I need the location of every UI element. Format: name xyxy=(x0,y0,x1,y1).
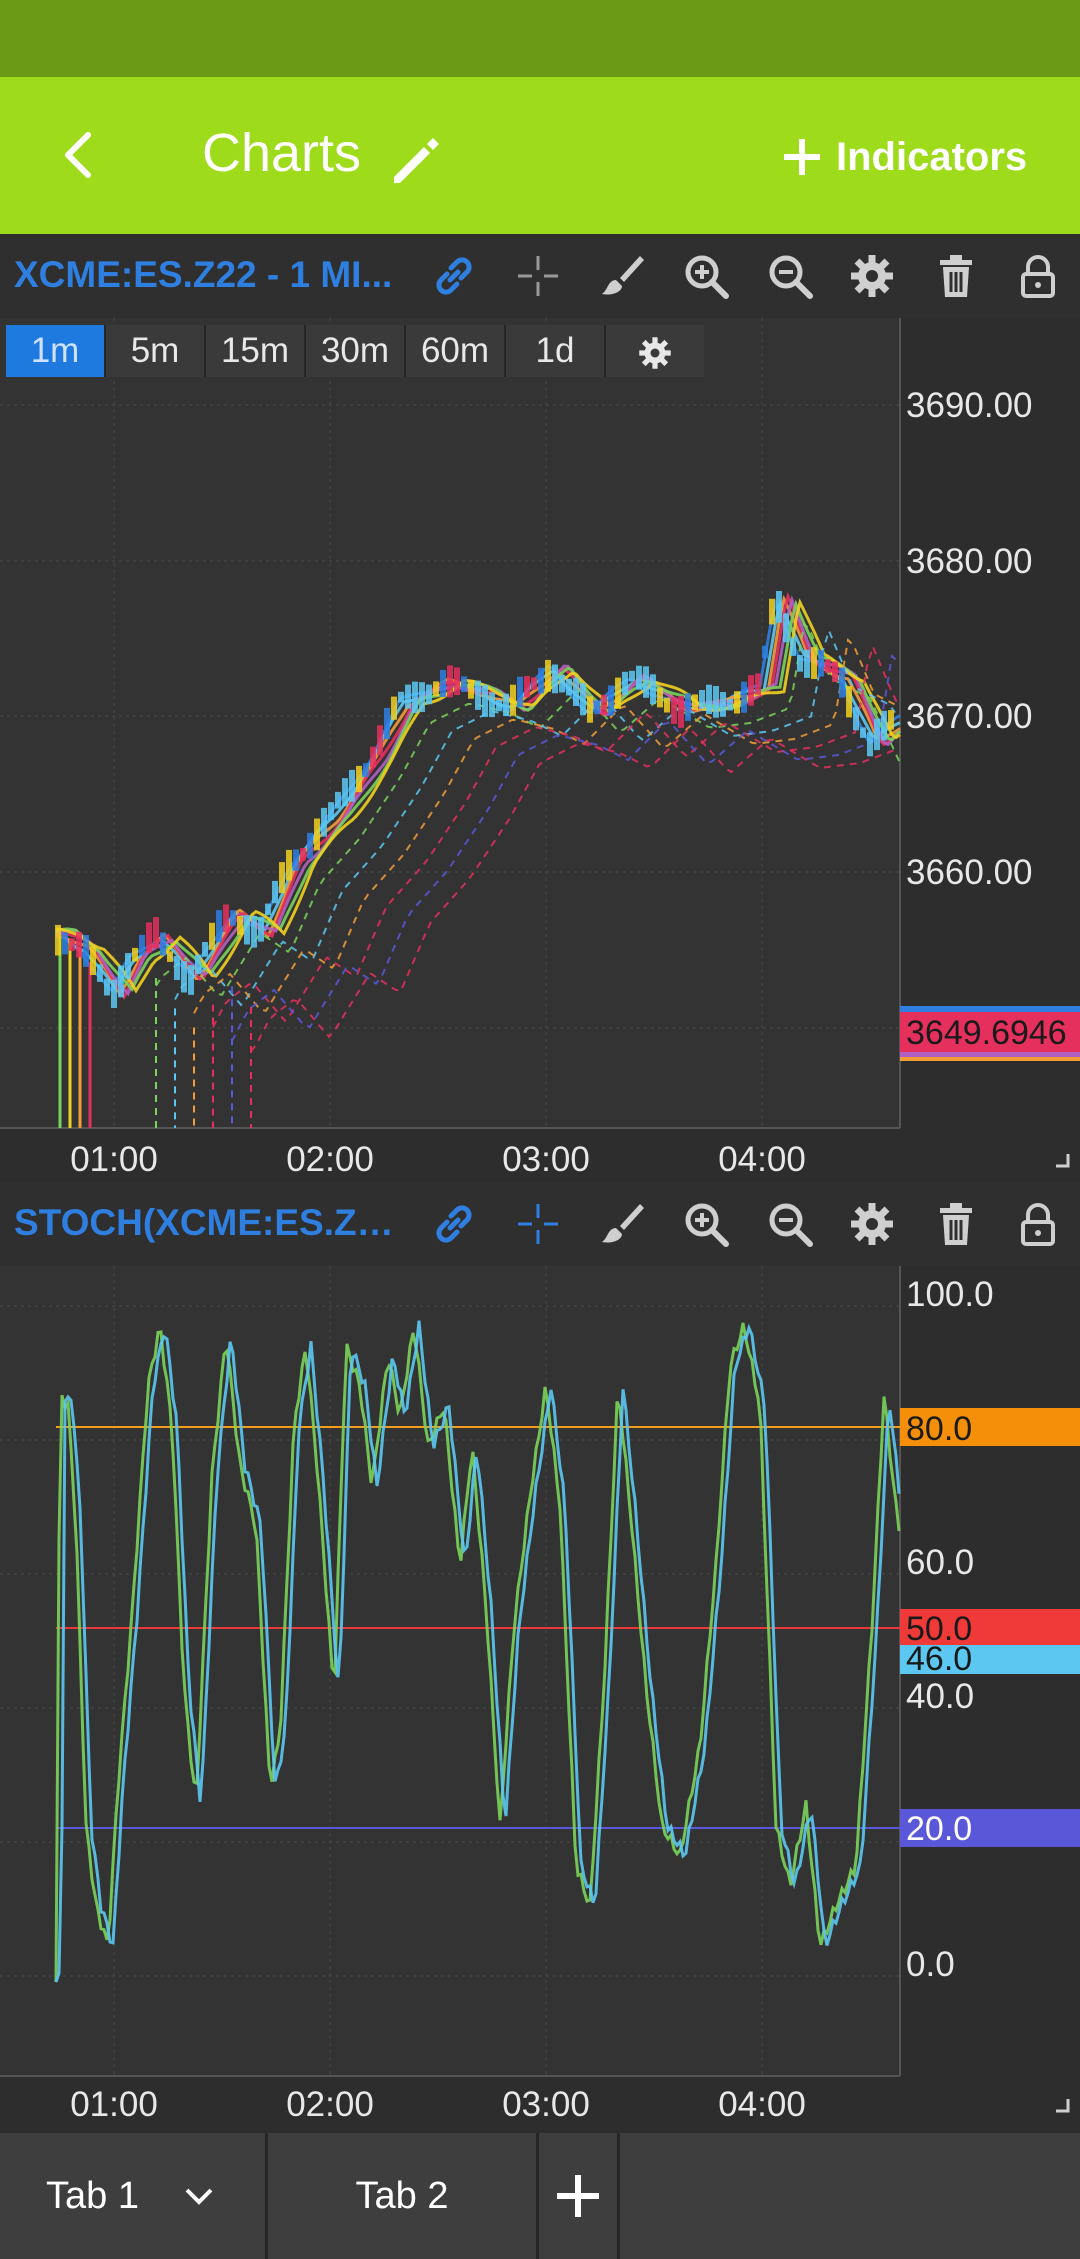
brush-icon[interactable] xyxy=(598,1200,646,1248)
pencil-icon[interactable] xyxy=(386,133,442,189)
lock-icon[interactable] xyxy=(1014,252,1062,300)
timeframe-selector: 1m 5m 15m 30m 60m 1d xyxy=(6,325,704,377)
price-label: 3670.00 xyxy=(906,697,1033,736)
tab-label: Tab 2 xyxy=(355,2174,449,2217)
value-label: 0.0 xyxy=(906,1945,955,1984)
last-price-label: 3649.6946 xyxy=(906,1014,1067,1052)
trash-icon[interactable] xyxy=(932,1200,980,1248)
crosshair-icon[interactable] xyxy=(514,252,562,300)
price-label: 3690.00 xyxy=(906,386,1033,425)
timeframe-1d[interactable]: 1d xyxy=(506,325,606,377)
add-tab-button[interactable] xyxy=(539,2133,617,2259)
resize-handle-icon[interactable] xyxy=(1056,1154,1070,1168)
plus-icon xyxy=(784,139,820,175)
time-label: 03:00 xyxy=(502,2085,590,2124)
timeframe-30m[interactable]: 30m xyxy=(306,325,406,377)
brush-icon[interactable] xyxy=(598,252,646,300)
time-label: 02:00 xyxy=(286,1140,374,1179)
level-label: 50.0 xyxy=(906,1610,972,1648)
level-label: 20.0 xyxy=(906,1810,972,1848)
zoom-in-icon[interactable] xyxy=(682,252,730,300)
timeframe-settings-button[interactable] xyxy=(606,325,704,377)
zoom-in-icon[interactable] xyxy=(682,1200,730,1248)
chevron-down-icon[interactable] xyxy=(179,2176,219,2216)
main-chart-toolbar: XCME:ES.Z22 - 1 MI... xyxy=(0,234,1080,318)
tab-1[interactable]: Tab 1 xyxy=(0,2133,265,2259)
time-label: 04:00 xyxy=(718,2085,806,2124)
price-label: 3660.00 xyxy=(906,853,1033,892)
stoch-chart-toolbar: STOCH(XCME:ES.Z2... xyxy=(0,1182,1080,1266)
timeframe-60m[interactable]: 60m xyxy=(406,325,506,377)
time-label: 01:00 xyxy=(70,2085,158,2124)
add-indicators-button[interactable]: Indicators xyxy=(780,129,1027,185)
chart-symbol-title[interactable]: XCME:ES.Z22 - 1 MI... xyxy=(14,254,404,296)
gear-icon[interactable] xyxy=(848,252,896,300)
level-label: 80.0 xyxy=(906,1410,972,1448)
zoom-out-icon[interactable] xyxy=(766,1200,814,1248)
value-label: 60.0 xyxy=(906,1543,974,1582)
timeframe-1m[interactable]: 1m xyxy=(6,325,106,377)
tab-label: Tab 1 xyxy=(46,2174,139,2217)
price-chart[interactable]: 3690.00 3680.00 3670.00 3660.00 3649.694… xyxy=(0,318,1080,1188)
timeframe-15m[interactable]: 15m xyxy=(206,325,306,377)
gear-icon xyxy=(639,337,671,369)
stochastic-chart[interactable]: 100.0 60.0 40.0 0.0 80.0 46.0 50.0 20.0 … xyxy=(0,1266,1080,2133)
value-label: 40.0 xyxy=(906,1677,974,1716)
price-label: 3680.00 xyxy=(906,542,1033,581)
trash-icon[interactable] xyxy=(932,252,980,300)
plus-icon xyxy=(557,2175,599,2217)
page-title: Charts xyxy=(202,123,362,183)
time-label: 03:00 xyxy=(502,1140,590,1179)
indicators-label: Indicators xyxy=(836,134,1028,179)
status-bar xyxy=(0,0,1080,77)
gear-icon[interactable] xyxy=(848,1200,896,1248)
time-label: 04:00 xyxy=(718,1140,806,1179)
back-arrow-icon[interactable] xyxy=(50,125,110,185)
lock-icon[interactable] xyxy=(1014,1200,1062,1248)
app-bar: Charts Indicators xyxy=(0,77,1080,234)
crosshair-icon[interactable] xyxy=(514,1200,562,1248)
link-icon[interactable] xyxy=(430,252,478,300)
zoom-out-icon[interactable] xyxy=(766,252,814,300)
timeframe-5m[interactable]: 5m xyxy=(106,325,206,377)
time-label: 01:00 xyxy=(70,1140,158,1179)
indicator-title[interactable]: STOCH(XCME:ES.Z2... xyxy=(14,1202,404,1244)
time-label: 02:00 xyxy=(286,2085,374,2124)
value-label: 100.0 xyxy=(906,1275,994,1314)
tabs-bar: Tab 1 Tab 2 xyxy=(0,2133,1080,2259)
tab-2[interactable]: Tab 2 xyxy=(268,2133,536,2259)
link-icon[interactable] xyxy=(430,1200,478,1248)
resize-handle-icon[interactable] xyxy=(1056,2099,1070,2113)
